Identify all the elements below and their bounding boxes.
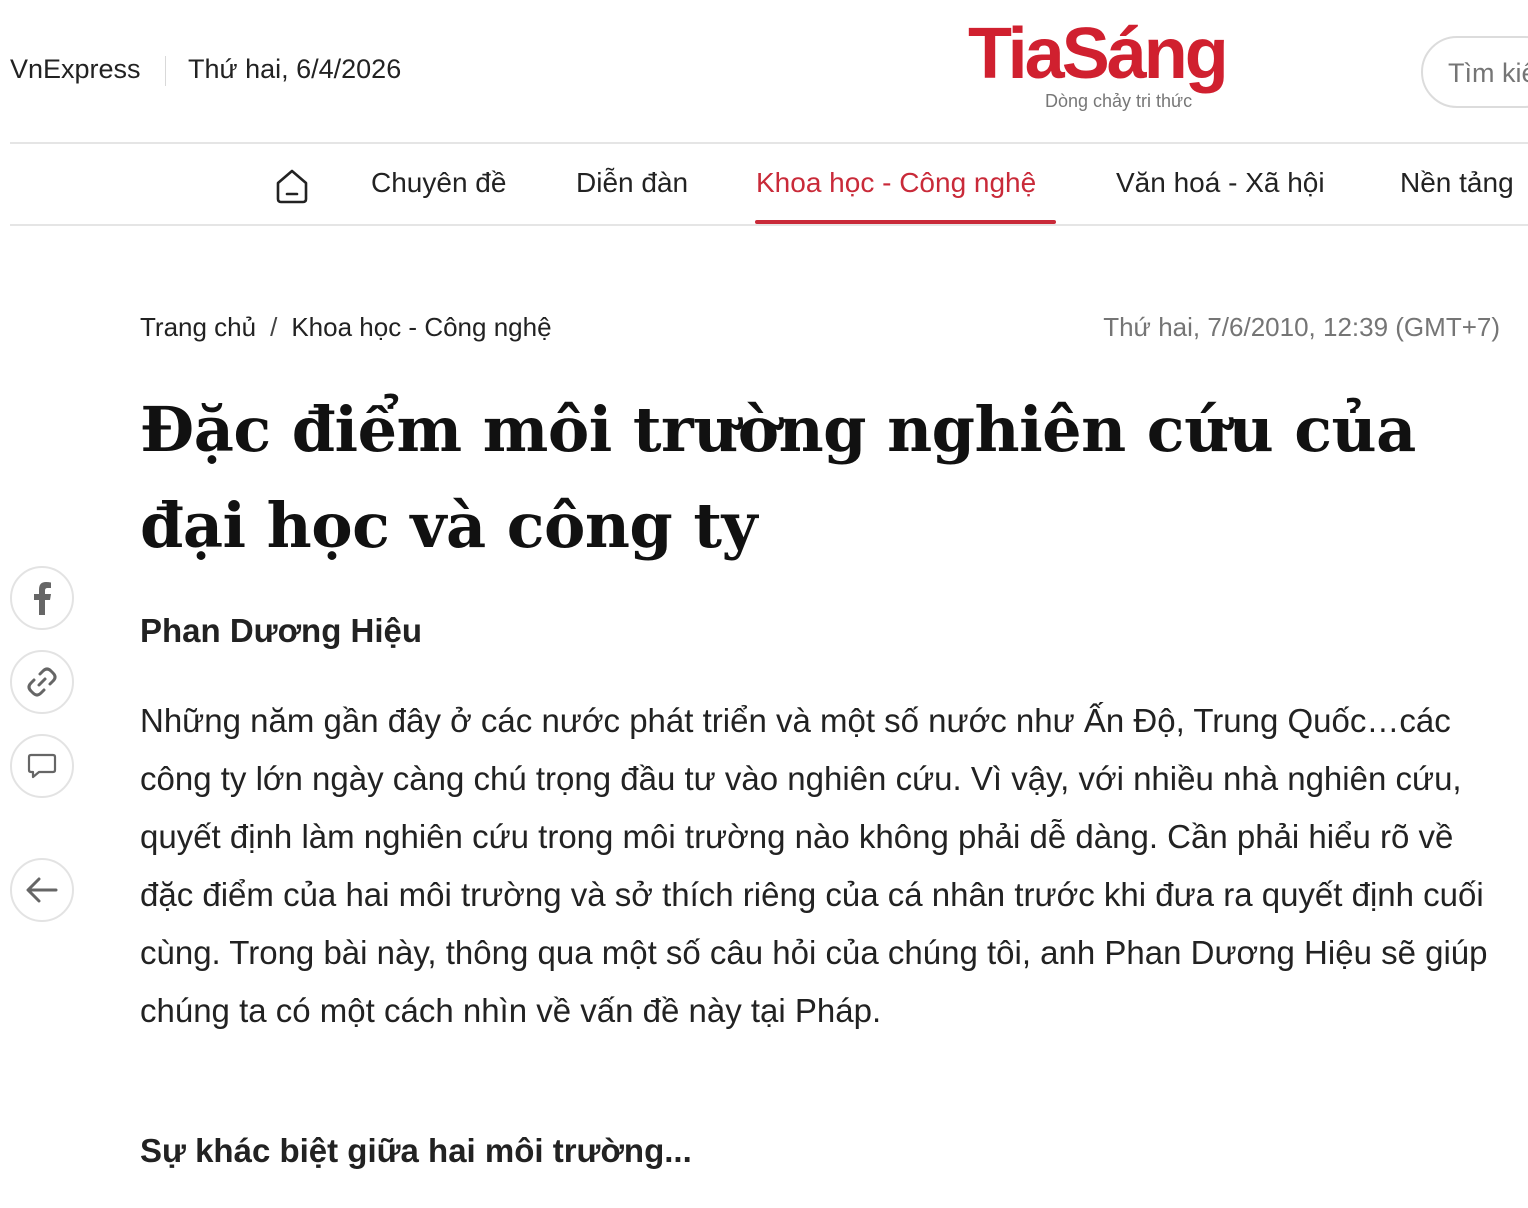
article-author: Phan Dương Hiệu [140,612,423,649]
article-subheading: Sự khác biệt giữa hai môi trường... [140,1132,692,1169]
back-button[interactable] [10,858,74,922]
top-separator [165,56,166,86]
publish-date: Thứ hai, 7/6/2010, 12:39 (GMT+7) [1103,312,1500,342]
nav-item-van-hoa-xa-hoi[interactable]: Văn hoá - Xã hội [1116,167,1325,225]
facebook-icon [34,582,51,615]
nav-divider [10,224,1528,226]
comment-icon [27,753,57,779]
logo-tagline: Dòng chảy tri thức [1045,91,1193,111]
breadcrumb-separator: / [270,312,278,342]
share-facebook-button[interactable] [10,566,74,630]
link-icon [27,667,57,697]
top-bar: VnExpress Thứ hai, 6/4/2026 TiaSáng Dòng… [0,0,1528,142]
current-date: Thứ hai, 6/4/2026 [188,54,402,84]
main-nav: Chuyên đề Diễn đàn Khoa học - Công nghệ … [0,144,1528,225]
breadcrumb: Trang chủ / Khoa học - Công nghệ [140,312,552,343]
logo-wordmark: TiaSáng [968,14,1229,94]
nav-item-chuyen-de[interactable]: Chuyên đề [371,167,506,225]
comment-button[interactable] [10,734,74,798]
search-input[interactable]: Tìm kiếm [1421,36,1528,108]
vnexpress-link[interactable]: VnExpress [10,54,141,85]
nav-home-button[interactable] [272,166,312,206]
nav-item-khoa-hoc-cong-nghe[interactable]: Khoa học - Công nghệ [756,167,1036,225]
home-icon [276,169,308,204]
copy-link-button[interactable] [10,650,74,714]
article-title: Đặc điểm môi trường nghiên cứu của đại h… [140,393,1416,562]
nav-item-dien-dan[interactable]: Diễn đàn [576,167,688,225]
breadcrumb-home[interactable]: Trang chủ [140,312,256,342]
tiasang-logo[interactable]: TiaSáng Dòng chảy tri thức [968,18,1250,114]
article-lead: Những năm gần đây ở các nước phát triển … [140,702,1488,1029]
search-placeholder: Tìm kiếm [1448,58,1528,88]
back-arrow-icon [26,877,58,903]
nav-item-nen-tang[interactable]: Nền tảng [1400,167,1514,225]
breadcrumb-category[interactable]: Khoa học - Công nghệ [291,312,551,342]
